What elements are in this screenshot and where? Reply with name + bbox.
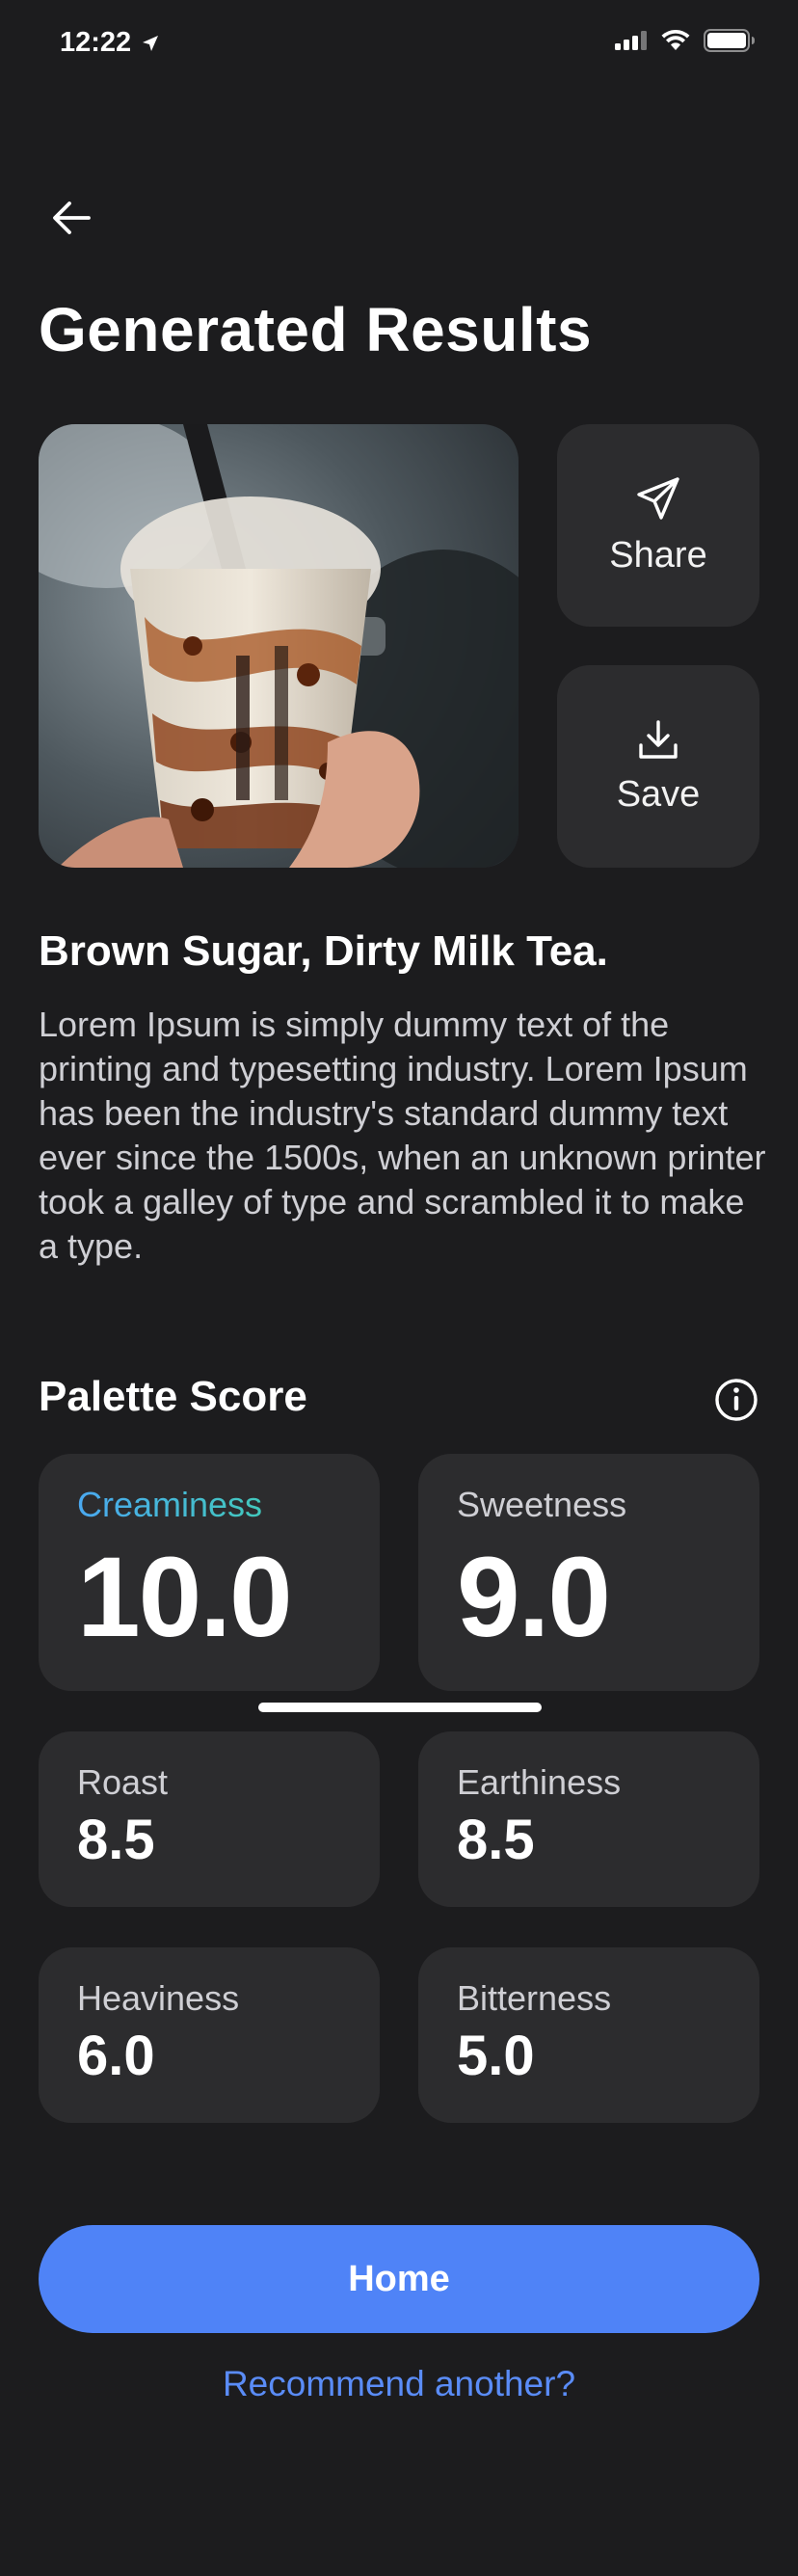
drink-photo: [39, 424, 519, 868]
score-label: Heaviness: [77, 1978, 240, 2018]
back-button[interactable]: [42, 189, 100, 247]
results-screen: 12:22 Generated Results Share Save Brown…: [0, 0, 798, 2576]
score-card-creaminess: Creaminess 10.0: [39, 1454, 380, 1691]
drink-description: Lorem Ipsum is simply dummy text of the …: [39, 1005, 766, 1266]
location-arrow-icon: [143, 35, 159, 51]
arrow-left-icon: [53, 201, 91, 234]
save-label: Save: [616, 773, 701, 815]
score-label: Creaminess: [77, 1485, 341, 1525]
page-title: Generated Results: [39, 295, 593, 364]
info-button[interactable]: [713, 1377, 759, 1423]
score-value: 5.0: [457, 2025, 535, 2087]
drink-name: Brown Sugar, Dirty Milk Tea.: [39, 927, 608, 975]
share-button[interactable]: Share: [557, 424, 759, 627]
save-button[interactable]: Save: [557, 665, 759, 868]
status-time: 12:22: [60, 27, 160, 59]
info-icon: [715, 1379, 758, 1421]
share-label: Share: [609, 534, 707, 576]
score-label: Earthiness: [457, 1762, 622, 1802]
score-value: 10.0: [77, 1534, 293, 1661]
score-card-roast: Roast 8.5: [39, 1731, 380, 1907]
score-label: Sweetness: [457, 1485, 627, 1524]
score-value: 8.5: [457, 1809, 535, 1871]
recommend-another-link[interactable]: Recommend another?: [0, 2364, 798, 2404]
home-button[interactable]: Home: [39, 2225, 759, 2333]
cellular-signal-icon: [615, 31, 647, 50]
battery-icon: [704, 29, 755, 52]
score-card-sweetness: Sweetness 9.0: [418, 1454, 759, 1691]
send-icon: [637, 476, 679, 520]
score-label: Bitterness: [457, 1978, 612, 2018]
score-value: 9.0: [457, 1534, 611, 1661]
home-indicator: [258, 1703, 542, 1712]
score-value: 8.5: [77, 1809, 155, 1871]
status-indicators: [615, 29, 756, 52]
score-card-earthiness: Earthiness 8.5: [418, 1731, 759, 1907]
score-value: 6.0: [77, 2025, 155, 2087]
wifi-icon: [661, 30, 690, 50]
status-time-text: 12:22: [60, 27, 132, 58]
score-card-heaviness: Heaviness 6.0: [39, 1947, 380, 2123]
score-label: Roast: [77, 1762, 169, 1802]
score-card-bitterness: Bitterness 5.0: [418, 1947, 759, 2123]
download-icon: [639, 719, 678, 759]
palette-score-title: Palette Score: [39, 1373, 307, 1420]
